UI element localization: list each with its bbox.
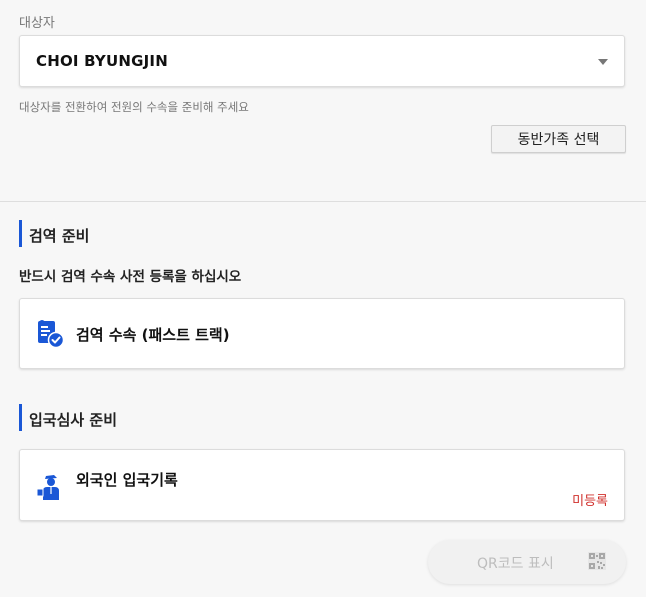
chevron-down-icon bbox=[598, 59, 608, 65]
target-select[interactable]: CHOI BYUNGJIN bbox=[19, 35, 625, 87]
companion-select-button[interactable]: 동반가족 선택 bbox=[491, 125, 626, 153]
quarantine-fasttrack-card[interactable]: 검역 수속 (패스트 트랙) bbox=[19, 298, 625, 369]
section-divider bbox=[0, 201, 646, 202]
quarantine-card-title: 검역 수속 (패스트 트랙) bbox=[76, 326, 230, 344]
section-accent-bar bbox=[19, 404, 22, 431]
target-label: 대상자 bbox=[19, 16, 55, 31]
section-accent-bar bbox=[19, 220, 22, 247]
document-check-icon bbox=[38, 320, 65, 349]
quarantine-subtitle: 반드시 검역 수속 사전 등록을 하십시오 bbox=[19, 269, 242, 285]
arrival-record-card[interactable]: 외국인 입국기록 미등록 bbox=[19, 449, 625, 521]
qr-button-label: QR코드 표시 bbox=[477, 556, 554, 572]
quarantine-section-title: 검역 준비 bbox=[29, 227, 90, 245]
immigration-section-title: 입국심사 준비 bbox=[29, 411, 118, 429]
immigration-officer-icon bbox=[36, 475, 59, 500]
status-badge: 미등록 bbox=[572, 494, 608, 509]
target-hint: 대상자를 전환하여 전원의 수속을 준비해 주세요 bbox=[19, 100, 249, 114]
qr-code-icon bbox=[588, 552, 606, 570]
target-select-value: CHOI BYUNGJIN bbox=[36, 52, 168, 70]
arrival-record-title: 외국인 입국기록 bbox=[76, 471, 178, 489]
qr-code-button[interactable]: QR코드 표시 bbox=[428, 540, 626, 584]
